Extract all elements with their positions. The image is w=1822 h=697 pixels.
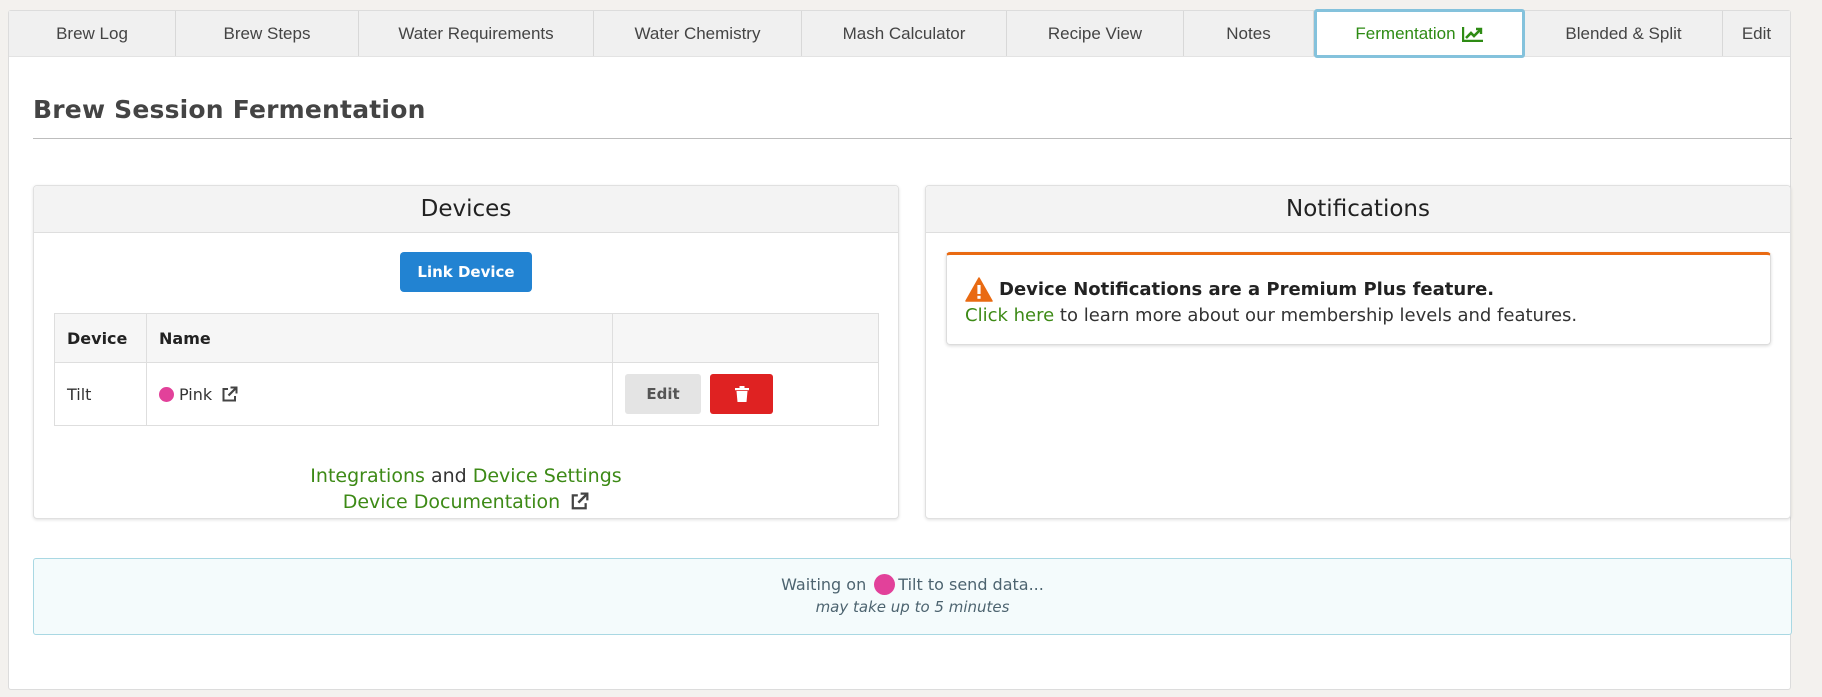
tab-water-chemistry[interactable]: Water Chemistry	[594, 11, 802, 56]
edit-device-button[interactable]: Edit	[625, 374, 701, 414]
devices-heading: Devices	[34, 186, 898, 233]
tab-label: Brew Log	[56, 23, 128, 43]
column-header-actions	[612, 313, 879, 363]
devices-panel: Devices Link Device Device Name Tilt Pin…	[33, 185, 899, 519]
color-dot-icon	[159, 386, 174, 402]
waiting-status-box: Waiting on Tilt to send data... may take…	[33, 558, 1792, 635]
tab-brew-steps[interactable]: Brew Steps	[176, 11, 359, 56]
tab-label: Brew Steps	[223, 23, 311, 43]
status-suffix: to send data...	[927, 575, 1044, 594]
line-chart-icon	[1461, 26, 1483, 42]
trash-icon	[734, 386, 749, 402]
table-header-row: Device Name	[54, 313, 879, 363]
alert-body: Click here to learn more about our membe…	[965, 305, 1577, 326]
tab-brew-log[interactable]: Brew Log	[9, 11, 176, 56]
notifications-panel: Notifications Device Notifications are a…	[925, 185, 1791, 519]
tab-fermentation[interactable]: Fermentation	[1314, 9, 1525, 58]
tab-label: Edit	[1741, 23, 1772, 43]
tab-label: Recipe View	[1047, 23, 1143, 43]
documentation-line: Device Documentation	[34, 491, 898, 513]
alert-title: Device Notifications are a Premium Plus …	[999, 279, 1495, 300]
tab-label: Water Requirements	[398, 23, 554, 43]
tab-label: Notes	[1226, 23, 1271, 43]
warning-icon	[965, 277, 993, 302]
external-link-icon[interactable]	[570, 492, 589, 511]
tab-bar: Brew Log Brew Steps Water Requirements W…	[9, 9, 1790, 58]
waiting-status-line: Waiting on Tilt to send data...	[34, 574, 1791, 595]
waiting-note: may take up to 5 minutes	[815, 598, 1010, 616]
devices-table: Device Name Tilt Pink Edit	[54, 313, 879, 426]
column-header-device: Device	[54, 313, 147, 363]
premium-alert: Device Notifications are a Premium Plus …	[946, 252, 1771, 345]
tab-label: Water Chemistry	[634, 23, 761, 43]
tab-notes[interactable]: Notes	[1184, 11, 1314, 56]
device-actions-cell: Edit	[612, 362, 879, 426]
tilt-color-dot-icon	[874, 574, 896, 595]
tab-label: Fermentation	[1355, 23, 1456, 43]
link-device-button[interactable]: Link Device	[400, 252, 532, 292]
table-row: Tilt Pink Edit	[54, 362, 879, 426]
status-device: Tilt	[898, 575, 923, 594]
tab-mash-calculator[interactable]: Mash Calculator	[802, 11, 1007, 56]
device-name-link[interactable]: Pink	[179, 385, 212, 404]
tab-water-requirements[interactable]: Water Requirements	[359, 11, 594, 56]
alert-text: to learn more about our membership level…	[1059, 305, 1578, 326]
status-prefix: Waiting on	[781, 575, 867, 594]
tab-label: Mash Calculator	[842, 23, 966, 43]
device-settings-link[interactable]: Device Settings	[473, 465, 622, 487]
tab-edit[interactable]: Edit	[1723, 11, 1790, 56]
integrations-link[interactable]: Integrations	[310, 465, 425, 487]
tab-recipe-view[interactable]: Recipe View	[1007, 11, 1184, 56]
column-header-name: Name	[146, 313, 613, 363]
alert-title-line: Device Notifications are a Premium Plus …	[965, 277, 1494, 302]
delete-device-button[interactable]	[710, 374, 774, 414]
membership-link[interactable]: Click here	[965, 305, 1054, 326]
tab-label: Blended & Split	[1565, 23, 1682, 43]
title-divider	[33, 138, 1792, 139]
notifications-heading: Notifications	[926, 186, 1790, 233]
external-link-icon[interactable]	[221, 386, 238, 403]
main-frame: Brew Log Brew Steps Water Requirements W…	[8, 9, 1792, 690]
page-title: Brew Session Fermentation	[33, 95, 426, 124]
device-name-cell: Pink	[146, 362, 613, 426]
integration-links-line: Integrations and Device Settings	[34, 465, 898, 487]
device-type: Tilt	[54, 362, 147, 426]
and-text: and	[430, 465, 467, 487]
device-documentation-link[interactable]: Device Documentation	[343, 491, 561, 513]
tab-blended-split[interactable]: Blended & Split	[1525, 11, 1723, 56]
